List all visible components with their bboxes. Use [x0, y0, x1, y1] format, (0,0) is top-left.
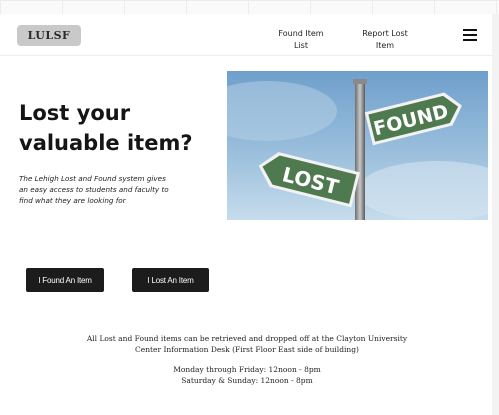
nav-found-item-list-link[interactable]: Found Item List [272, 28, 330, 52]
page: LULSF Found Item List Report Lost Item L… [0, 14, 493, 415]
info-line-1: All Lost and Found items can be retrieve… [86, 334, 408, 343]
nav-report-lost-item-link[interactable]: Report Lost Item [355, 28, 415, 52]
hamburger-bar [463, 34, 477, 36]
hamburger-menu-icon[interactable] [463, 28, 477, 41]
info-line-2: Center Information Desk (First Floor Eas… [135, 345, 359, 354]
nav-found-item-list-line1: Found Item [278, 29, 324, 38]
navbar: LULSF Found Item List Report Lost Item [0, 14, 492, 56]
nav-report-lost-item-line2: Item [375, 41, 395, 50]
hours-weekday: Monday through Friday: 12noon - 8pm [173, 365, 321, 374]
hero-title: Lost your valuable item? [19, 101, 193, 155]
scrollbar[interactable] [492, 14, 499, 415]
hamburger-bar [463, 29, 477, 31]
hours-weekend: Saturday & Sunday: 12noon - 8pm [181, 376, 313, 385]
nav-found-item-list-line2: List [294, 41, 308, 50]
pickup-info: All Lost and Found items can be retrieve… [40, 333, 454, 386]
logo[interactable]: LULSF [17, 25, 81, 46]
hero-description: The Lehigh Lost and Found system gives a… [19, 174, 169, 205]
nav-report-lost-item-line1: Report Lost [362, 29, 408, 38]
i-lost-an-item-button[interactable]: I Lost An Item [132, 268, 209, 292]
lost-found-signpost-image: FOUND LOST [227, 71, 488, 220]
hamburger-bar [463, 39, 477, 41]
i-found-an-item-button[interactable]: I Found An Item [26, 268, 104, 292]
